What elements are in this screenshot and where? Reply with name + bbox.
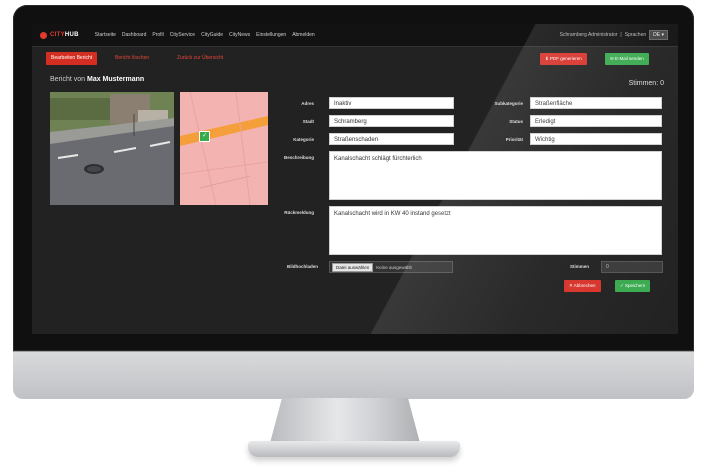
nav-cityservice[interactable]: CityService	[170, 32, 195, 38]
response-textarea[interactable]: Kanalschacht wird in KW 40 instand geset…	[329, 206, 662, 255]
cancel-button[interactable]: ✕ Abbrechen	[564, 280, 601, 292]
monitor-stand-base	[248, 441, 460, 457]
language-select[interactable]: DE ▾	[649, 30, 668, 40]
description-textarea[interactable]: Kanalschacht schlägt fürchterlich	[329, 151, 662, 200]
email-send-button[interactable]: ✉ E-Mail senden	[605, 53, 649, 65]
nav-dashboard[interactable]: Dashboard	[122, 32, 146, 38]
nav-profil[interactable]: Profil	[152, 32, 163, 38]
file-status: Keine ausgewählt	[376, 264, 412, 270]
logo-icon	[40, 31, 47, 39]
logo-prefix: CITY	[50, 32, 65, 38]
save-button[interactable]: ✓ Speichern	[615, 280, 651, 292]
tab-back-overview[interactable]: Zurück zur Übersicht	[172, 52, 228, 65]
category-label: Kategorie	[293, 137, 314, 142]
report-title: Bericht von Max Mustermann	[50, 76, 145, 83]
votes-input[interactable]: 0	[601, 261, 663, 273]
monitor-stand	[270, 398, 420, 443]
status-field[interactable]: Erledigt	[530, 115, 662, 127]
street-photo-image	[50, 92, 174, 205]
priority-field[interactable]: Wichtig	[530, 133, 662, 145]
nav-startseite[interactable]: Startseite	[95, 32, 116, 38]
nav-separator: |	[620, 32, 622, 38]
language-label: Sprachen	[624, 32, 647, 38]
status-label: Status	[509, 119, 523, 124]
tab-delete-report[interactable]: Bericht löschen	[110, 52, 154, 65]
city-field[interactable]: Schramberg	[329, 115, 454, 127]
votes-input-label: Stimmen	[569, 264, 589, 269]
adress-field[interactable]: Inaktiv	[329, 97, 454, 109]
response-label: Rückmeldung	[284, 210, 314, 215]
sub-toolbar: Bearbeiten Bericht Bericht löschen Zurüc…	[32, 47, 678, 71]
file-upload-input[interactable]: Datei auswählen Keine ausgewählt	[329, 261, 453, 273]
image-upload-label: Bildhochladen	[286, 264, 318, 269]
map-image	[180, 92, 268, 205]
votes-counter: Stimmen: 0	[628, 80, 664, 87]
subcategory-label: Subkategorie	[494, 101, 523, 106]
nav-einstellungen[interactable]: Einstellungen	[256, 32, 286, 38]
category-field[interactable]: Straßenschaden	[329, 133, 454, 145]
map-marker-icon[interactable]: ✓	[199, 131, 210, 142]
report-author: Max Mustermann	[86, 76, 145, 83]
nav-right: Schramberg Administrator | Sprachen DE ▾	[560, 30, 668, 40]
tab-edit-report[interactable]: Bearbeiten Bericht	[46, 52, 98, 65]
user-name[interactable]: Schramberg Administrator	[560, 32, 618, 38]
top-navigation: CITYHUB Startseite Dashboard Profil City…	[32, 24, 678, 47]
adress-label: Adres	[301, 101, 314, 106]
report-photo[interactable]	[50, 92, 174, 205]
screen: CITYHUB Startseite Dashboard Profil City…	[32, 24, 678, 334]
description-label: Beschreibung	[283, 155, 314, 160]
pdf-generate-button[interactable]: ⬇ PDF generieren	[540, 53, 587, 65]
choose-file-button[interactable]: Datei auswählen	[332, 262, 374, 272]
city-label: Stadt	[302, 119, 314, 124]
nav-abmelden[interactable]: Abmelden	[292, 32, 315, 38]
priority-label: Priorität	[505, 137, 523, 142]
subcategory-field[interactable]: Straßenfläche	[530, 97, 662, 109]
location-map[interactable]: ✓	[180, 92, 268, 205]
monitor-chin	[13, 351, 694, 399]
nav-citynews[interactable]: CityNews	[229, 32, 250, 38]
cityhub-logo[interactable]: CITYHUB	[40, 31, 79, 39]
nav-cityguide[interactable]: CityGuide	[201, 32, 223, 38]
logo-suffix: HUB	[64, 32, 79, 38]
